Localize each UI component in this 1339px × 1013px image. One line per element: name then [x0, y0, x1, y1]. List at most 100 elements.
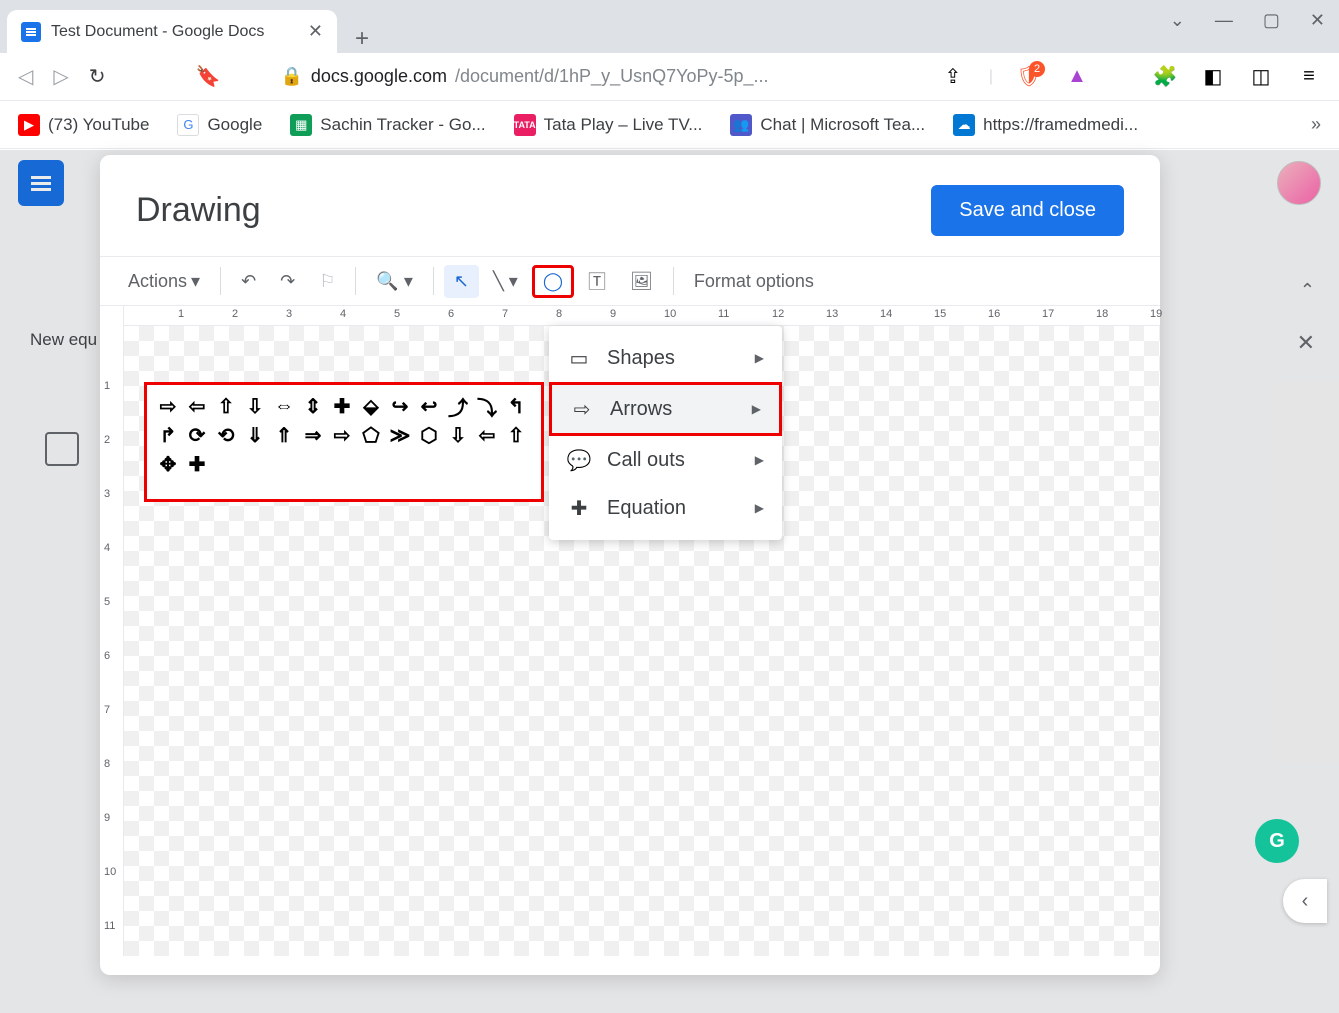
- vertical-ruler: 1234567891011: [100, 306, 124, 956]
- image-tool[interactable]: 🖼: [620, 265, 663, 298]
- arrows-icon: ⇨: [570, 397, 594, 421]
- arrow-shape-11[interactable]: ⤵: [474, 393, 500, 419]
- close-window-button[interactable]: ✕: [1310, 10, 1325, 31]
- shape-tool[interactable]: ◯: [532, 265, 574, 298]
- cloud-icon: ☁: [953, 114, 975, 136]
- sheets-icon: ▦: [290, 114, 312, 136]
- arrow-shape-9[interactable]: ↩: [416, 393, 442, 419]
- modal-title: Drawing: [136, 191, 261, 230]
- extensions-icon[interactable]: 🧩: [1153, 65, 1177, 89]
- tataplay-icon: TATA: [514, 114, 536, 136]
- brave-shield-icon[interactable]: 🛡2: [1017, 65, 1041, 89]
- save-and-close-button[interactable]: Save and close: [931, 185, 1124, 236]
- docs-favicon-icon: [21, 22, 41, 42]
- arrow-shape-6[interactable]: ✚: [329, 393, 355, 419]
- actions-menu[interactable]: Actions ▾: [118, 265, 210, 298]
- tab-close-icon[interactable]: ✕: [308, 21, 323, 42]
- format-options-button[interactable]: Format options: [684, 265, 824, 298]
- submenu-arrow-icon: ▶: [755, 351, 764, 365]
- forward-button[interactable]: ▷: [53, 64, 68, 89]
- arrow-shape-26[interactable]: ✥: [155, 451, 181, 477]
- dropdown-icon[interactable]: ⌄: [1170, 10, 1185, 31]
- shapes-menu-item[interactable]: ▭ Shapes ▶: [549, 334, 782, 382]
- arrow-shape-20[interactable]: ⬠: [358, 422, 384, 448]
- shield-badge: 2: [1029, 61, 1045, 77]
- google-icon: G: [177, 114, 199, 136]
- outline-icon[interactable]: [45, 432, 79, 466]
- submenu-arrow-icon: ▶: [752, 402, 761, 416]
- bookmarks-bar: ▶(73) YouTube GGoogle ▦Sachin Tracker - …: [0, 101, 1339, 149]
- arrow-shape-2[interactable]: ⇧: [213, 393, 239, 419]
- paint-format-button[interactable]: ⚐: [309, 265, 345, 298]
- reload-button[interactable]: ↻: [89, 64, 106, 89]
- arrow-shape-5[interactable]: ⇕: [300, 393, 326, 419]
- lock-icon: 🔒: [280, 66, 302, 87]
- bookmark-teams[interactable]: 👥Chat | Microsoft Tea...: [730, 114, 925, 136]
- bookmark-youtube[interactable]: ▶(73) YouTube: [18, 114, 149, 136]
- arrow-shape-7[interactable]: ⬙: [358, 393, 384, 419]
- arrow-shape-17[interactable]: ⇑: [271, 422, 297, 448]
- arrow-shape-24[interactable]: ⇦: [474, 422, 500, 448]
- arrow-shape-21[interactable]: ≫: [387, 422, 413, 448]
- collapse-chevron-icon[interactable]: ⌃: [1300, 280, 1315, 301]
- url-bar[interactable]: 🔒 docs.google.com/document/d/1hP_y_UsnQ7…: [280, 66, 860, 87]
- arrow-shape-4[interactable]: ⇔: [271, 393, 297, 419]
- bookmark-tataplay[interactable]: TATATata Play – Live TV...: [514, 114, 703, 136]
- arrow-shape-19[interactable]: ⇨: [329, 422, 355, 448]
- shape-dropdown-menu: ▭ Shapes ▶ ⇨ Arrows ▶ 💬 Call outs ▶ ✚ Eq…: [549, 326, 782, 540]
- arrow-shape-23[interactable]: ⇩: [445, 422, 471, 448]
- new-tab-button[interactable]: +: [337, 25, 387, 53]
- arrow-shape-8[interactable]: ↪: [387, 393, 413, 419]
- arrow-shape-27[interactable]: ✚: [184, 451, 210, 477]
- youtube-icon: ▶: [18, 114, 40, 136]
- tab-title: Test Document - Google Docs: [51, 23, 298, 41]
- menu-icon[interactable]: ≡: [1297, 65, 1321, 89]
- teams-icon: 👥: [730, 114, 752, 136]
- bookmark-google[interactable]: GGoogle: [177, 114, 262, 136]
- submenu-arrow-icon: ▶: [755, 501, 764, 515]
- arrows-menu-item[interactable]: ⇨ Arrows ▶: [549, 382, 782, 436]
- arrow-shape-25[interactable]: ⇧: [503, 422, 529, 448]
- url-path: /document/d/1hP_y_UsnQ7YoPy-5p_...: [455, 66, 769, 87]
- arrow-shape-14[interactable]: ⟳: [184, 422, 210, 448]
- brave-rewards-icon[interactable]: ▲: [1065, 65, 1089, 89]
- bookmarks-overflow-icon[interactable]: »: [1311, 114, 1321, 135]
- arrow-shape-15[interactable]: ⟲: [213, 422, 239, 448]
- select-tool[interactable]: ↖: [444, 265, 479, 298]
- back-button[interactable]: ◁: [18, 64, 33, 89]
- drawing-toolbar: Actions ▾ ↶ ↷ ⚐ 🔍 ▾ ↖ ╲ ▾ ◯ 🅃 🖼 Format o…: [100, 256, 1160, 306]
- bookmark-icon[interactable]: 🔖: [196, 64, 221, 89]
- bookmark-onedrive[interactable]: ☁https://framedmedi...: [953, 114, 1138, 136]
- arrow-shape-1[interactable]: ⇦: [184, 393, 210, 419]
- side-panel-expand-icon[interactable]: ‹: [1283, 879, 1327, 923]
- arrows-submenu-panel: ⇨⇦⇧⇩⇔⇕✚⬙↪↩⤴⤵↰↱⟳⟲⇓⇑⇒⇨⬠≫⬡⇩⇦⇧✥✚: [144, 382, 544, 502]
- horizontal-ruler: 12345678910111213141516171819: [124, 306, 1160, 326]
- url-domain: docs.google.com: [311, 66, 447, 87]
- arrow-shape-18[interactable]: ⇒: [300, 422, 326, 448]
- minimize-button[interactable]: —: [1215, 10, 1233, 31]
- equation-menu-item[interactable]: ✚ Equation ▶: [549, 484, 782, 532]
- line-tool[interactable]: ╲ ▾: [483, 265, 528, 298]
- browser-tab-active[interactable]: Test Document - Google Docs ✕: [7, 10, 337, 53]
- arrow-shape-10[interactable]: ⤴: [445, 393, 471, 419]
- redo-button[interactable]: ↷: [270, 265, 305, 298]
- textbox-tool[interactable]: 🅃: [578, 262, 616, 300]
- undo-button[interactable]: ↶: [231, 265, 266, 298]
- arrow-shape-0[interactable]: ⇨: [155, 393, 181, 419]
- zoom-button[interactable]: 🔍 ▾: [366, 265, 422, 298]
- sidebar-icon[interactable]: ◧: [1201, 65, 1225, 89]
- submenu-arrow-icon: ▶: [755, 453, 764, 467]
- arrow-shape-16[interactable]: ⇓: [242, 422, 268, 448]
- arrow-shape-13[interactable]: ↱: [155, 422, 181, 448]
- arrow-shape-3[interactable]: ⇩: [242, 393, 268, 419]
- grammarly-icon[interactable]: G: [1255, 819, 1299, 863]
- wallet-icon[interactable]: ◫: [1249, 65, 1273, 89]
- arrow-shape-22[interactable]: ⬡: [416, 422, 442, 448]
- arrow-shape-12[interactable]: ↰: [503, 393, 529, 419]
- bookmark-sheets[interactable]: ▦Sachin Tracker - Go...: [290, 114, 485, 136]
- maximize-button[interactable]: ▢: [1263, 10, 1280, 31]
- callouts-icon: 💬: [567, 448, 591, 472]
- close-panel-icon[interactable]: ✕: [1297, 330, 1315, 356]
- share-icon[interactable]: ⇪: [941, 65, 965, 89]
- callouts-menu-item[interactable]: 💬 Call outs ▶: [549, 436, 782, 484]
